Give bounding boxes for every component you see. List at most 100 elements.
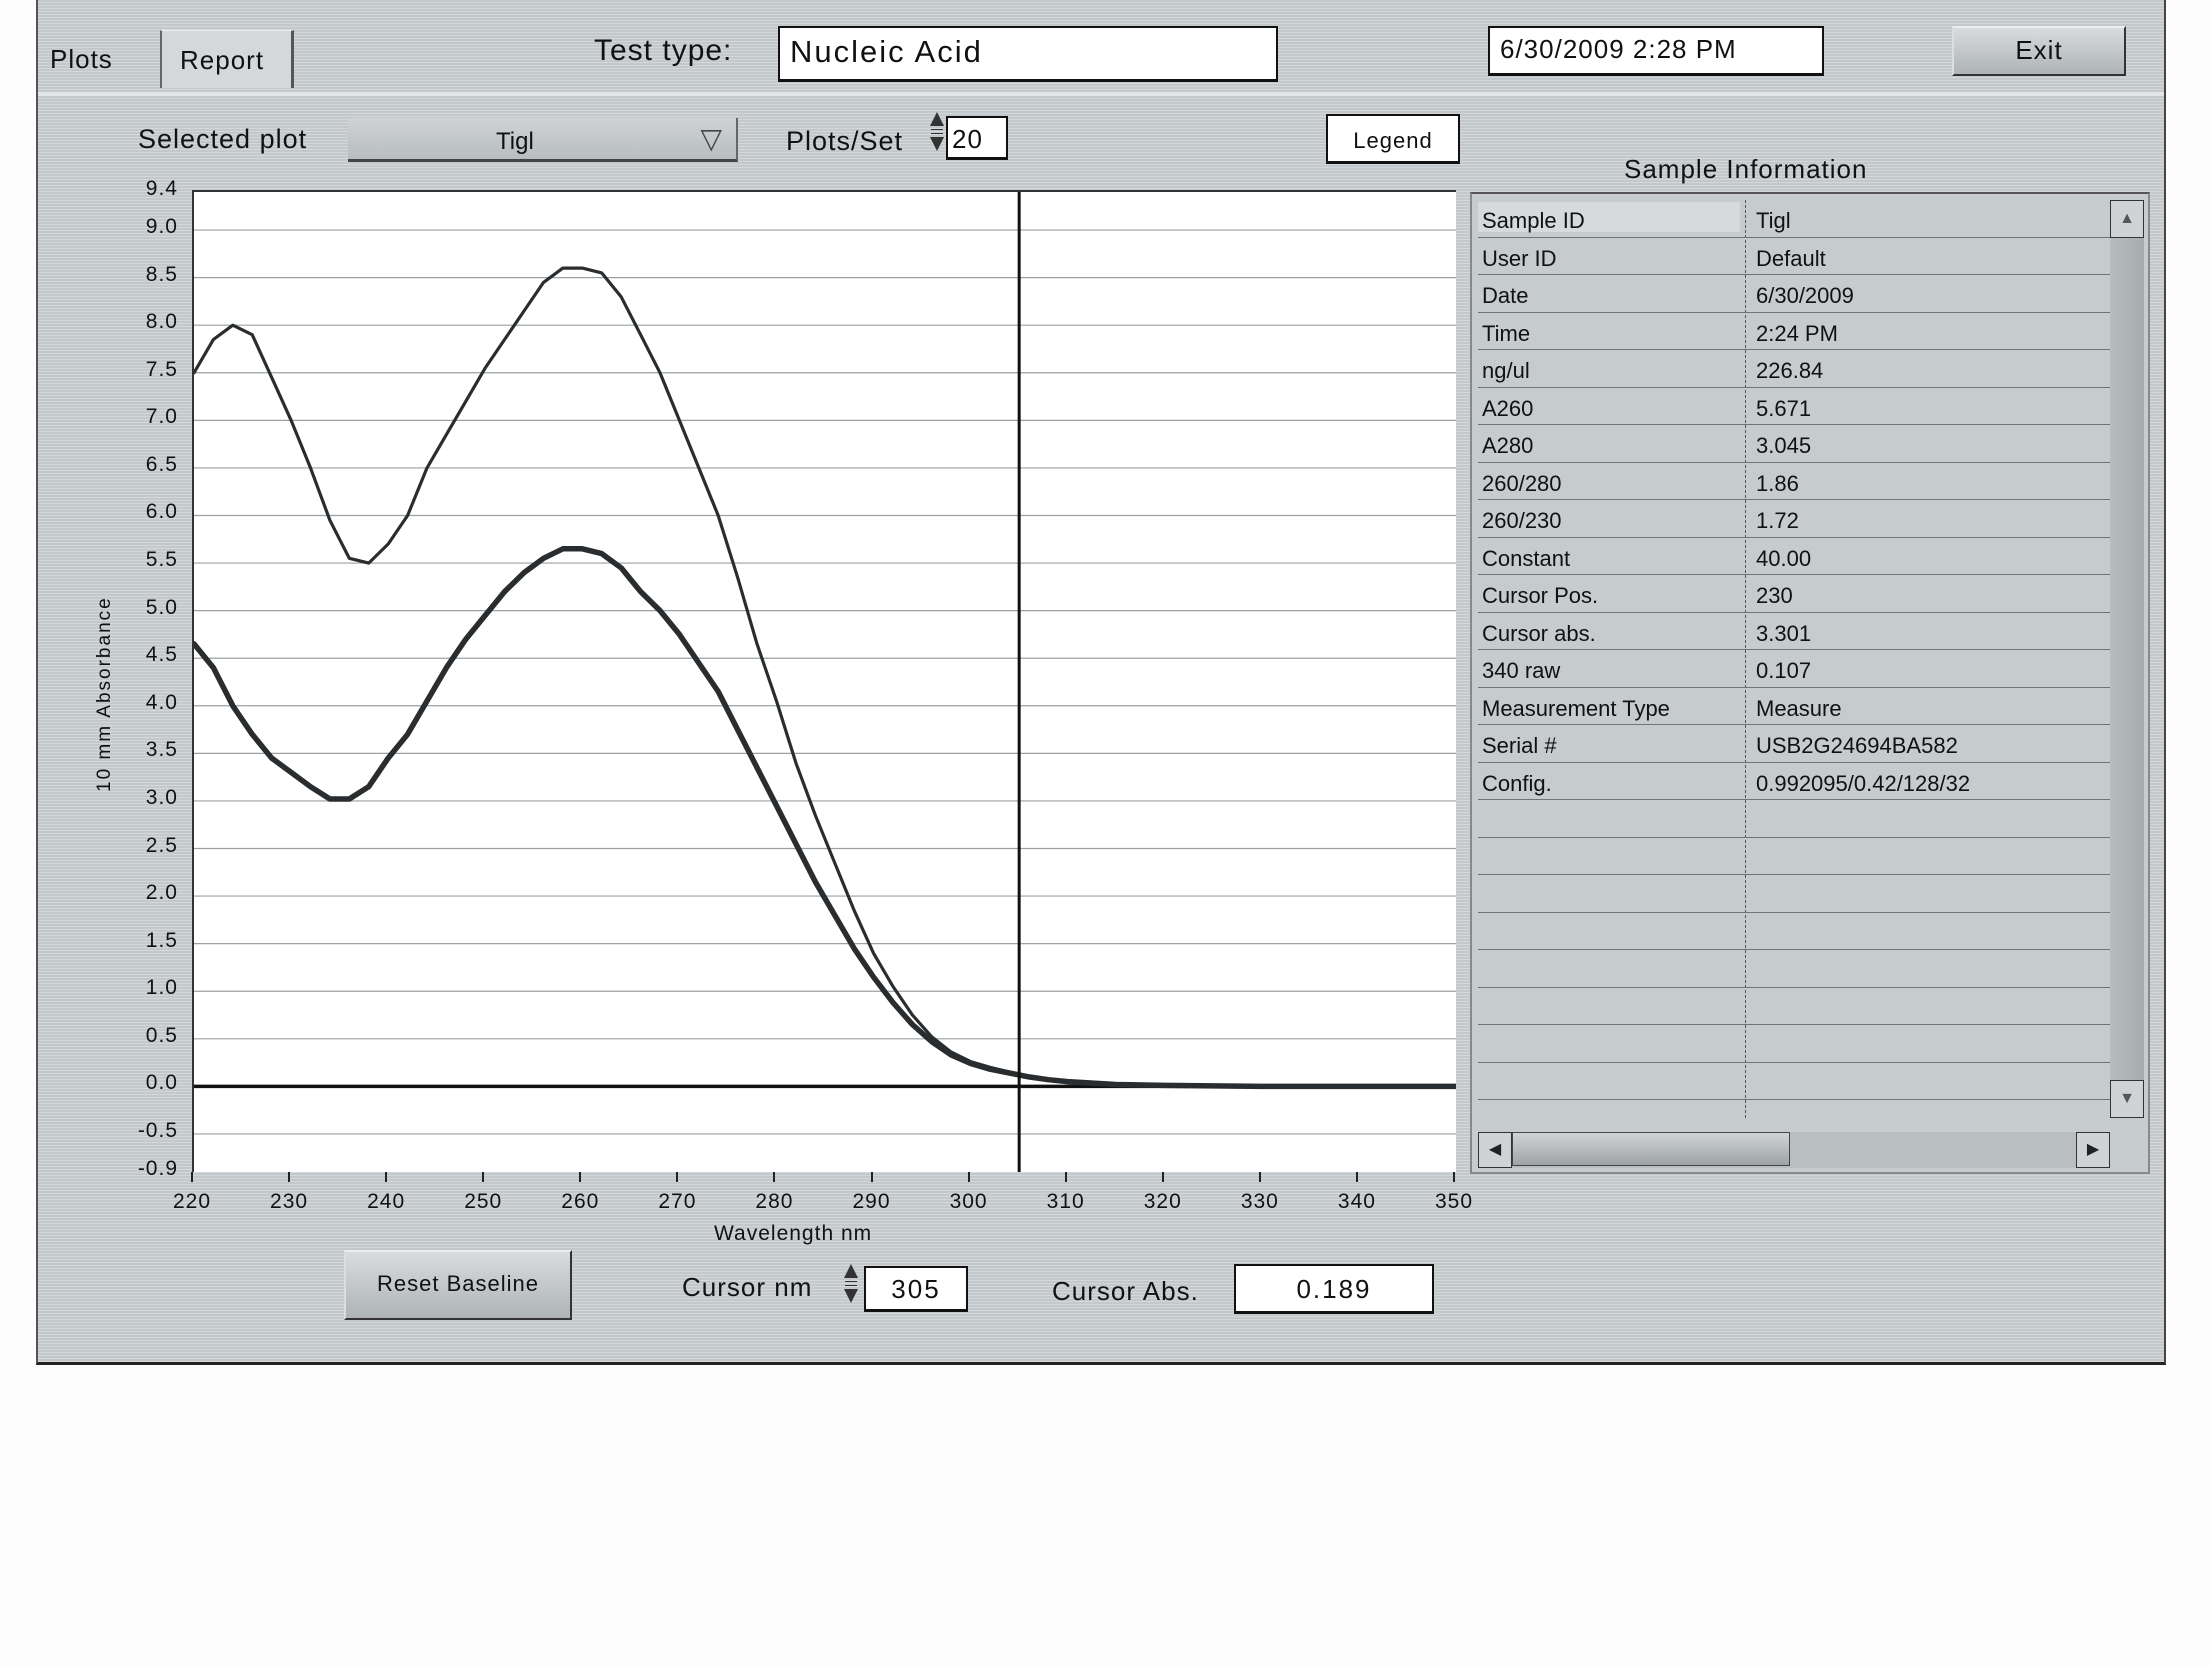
x-tick-label: 230 — [270, 1190, 309, 1213]
vertical-scrollbar[interactable]: ▲ ▼ — [2110, 200, 2144, 1118]
spinner-down-icon[interactable] — [844, 1289, 858, 1303]
spinner-grip-icon — [931, 129, 943, 134]
x-tick-mark — [773, 1172, 776, 1182]
scroll-left-icon[interactable]: ◀ — [1478, 1132, 1512, 1168]
x-tick-label: 260 — [561, 1190, 600, 1213]
horizontal-scrollbar[interactable]: ◀ ▶ — [1478, 1132, 2110, 1168]
sample-info-value: 0.992095/0.42/128/32 — [1756, 770, 1971, 796]
test-type-field[interactable]: Nucleic Acid — [778, 26, 1278, 82]
x-tick-mark — [1064, 1172, 1067, 1182]
sample-info-row[interactable] — [1478, 800, 2110, 838]
y-tick-label: 9.4 — [145, 177, 178, 200]
tab-report[interactable]: Report — [160, 30, 294, 88]
sample-info-row[interactable]: Time 2:24 PM — [1478, 313, 2110, 350]
selected-plot-dropdown[interactable]: Tigl ▽ — [348, 118, 738, 162]
cursor-nm-input[interactable]: 305 — [864, 1266, 968, 1312]
sample-info-row[interactable]: A280 3.045 — [1478, 425, 2110, 463]
x-tick-label: 350 — [1434, 1190, 1474, 1213]
datetime-field: 6/30/2009 2:28 PM — [1488, 26, 1824, 76]
spectrum-chart-svg — [194, 192, 1456, 1172]
sample-info-value: 230 — [1756, 583, 1793, 608]
spinner-up-icon[interactable] — [844, 1264, 858, 1278]
sample-info-row[interactable]: Constant 40.00 — [1478, 538, 2110, 575]
sample-info-key: ng/ul — [1482, 358, 1530, 383]
sample-info-row[interactable] — [1478, 838, 2110, 875]
sample-info-row[interactable]: Serial # USB2G24694BA582 — [1478, 725, 2110, 763]
horizontal-scroll-thumb[interactable] — [1512, 1132, 1790, 1166]
x-tick-label: 250 — [464, 1190, 503, 1213]
series-line-lower — [194, 546, 1456, 1090]
scroll-up-icon[interactable]: ▲ — [2110, 200, 2144, 238]
y-tick-label: 6.0 — [145, 500, 178, 524]
sample-info-row[interactable] — [1478, 1025, 2110, 1063]
plots-per-set-input[interactable]: 20 — [946, 116, 1008, 160]
sample-info-row[interactable]: ng/ul 226.84 — [1478, 350, 2110, 388]
spinner-up-icon[interactable] — [930, 112, 944, 126]
scroll-right-icon[interactable]: ▶ — [2076, 1132, 2110, 1168]
sample-info-table: Sample ID Tigl User ID Default Date 6/30/2009… — [1478, 200, 2110, 1100]
sample-info-key: Date — [1482, 283, 1529, 308]
sample-info-key: Sample ID — [1478, 202, 1740, 233]
sample-info-row[interactable] — [1478, 988, 2110, 1025]
tab-plots[interactable]: Plots — [50, 44, 113, 75]
x-tick-label: 300 — [949, 1190, 988, 1213]
sample-info-row[interactable]: 260/230 1.72 — [1478, 500, 2110, 538]
tab-strip-line — [38, 92, 2164, 96]
cursor-nm-spinner[interactable] — [844, 1264, 858, 1320]
sample-info-row[interactable] — [1478, 950, 2110, 988]
sample-info-row[interactable]: Date 6/30/2009 — [1478, 275, 2110, 313]
app-window: Plots Report Test type: Nucleic Acid 6/3… — [36, 0, 2166, 1365]
sample-info-key: Measurement Type — [1482, 695, 1670, 721]
sample-info-row[interactable] — [1478, 1063, 2110, 1100]
y-tick-label: 0.0 — [145, 1071, 178, 1095]
plots-per-set-spinner[interactable] — [930, 112, 944, 168]
sample-info-row[interactable] — [1478, 875, 2110, 913]
sample-info-title: Sample Information — [1624, 154, 1868, 184]
x-tick-mark — [288, 1172, 291, 1182]
reset-baseline-button[interactable]: Reset Baseline — [344, 1250, 572, 1320]
sample-info-row[interactable]: A260 5.671 — [1478, 388, 2110, 425]
sample-info-value: 0.107 — [1756, 658, 1812, 683]
sample-info-row[interactable] — [1478, 913, 2110, 950]
x-tick-mark — [1355, 1172, 1358, 1182]
spinner-down-icon[interactable] — [930, 137, 944, 151]
cursor-abs-field: 0.189 — [1234, 1264, 1434, 1314]
y-tick-label: 3.0 — [145, 785, 178, 809]
x-tick-mark — [482, 1172, 485, 1182]
sample-info-row[interactable]: 340 raw 0.107 — [1478, 650, 2110, 688]
sample-info-row[interactable]: 260/280 1.86 — [1478, 463, 2110, 500]
sample-info-row[interactable]: Sample ID Tigl — [1478, 200, 2110, 238]
sample-info-key: User ID — [1482, 245, 1557, 271]
legend-button[interactable]: Legend — [1326, 114, 1460, 164]
x-tick-label: 280 — [755, 1190, 794, 1213]
y-tick-label: 5.0 — [145, 595, 178, 619]
x-tick-label: 320 — [1143, 1190, 1182, 1213]
y-tick-label: 0.5 — [145, 1023, 178, 1047]
spectrum-plot[interactable] — [192, 190, 1456, 1172]
y-tick-label: 4.5 — [145, 643, 178, 667]
sample-info-row[interactable]: Cursor Pos. 230 — [1478, 575, 2110, 613]
sample-info-value: 40.00 — [1756, 545, 1812, 571]
sample-info-key: 340 raw — [1482, 658, 1561, 683]
x-tick-label: 290 — [852, 1190, 891, 1213]
sample-info-row[interactable]: Cursor abs. 3.301 — [1478, 613, 2110, 650]
x-tick-mark — [870, 1172, 873, 1182]
sample-info-value: Default — [1756, 245, 1826, 271]
sample-info-key: 260/280 — [1482, 470, 1562, 496]
sample-info-value: 3.045 — [1756, 433, 1812, 458]
sample-info-row[interactable]: Config. 0.992095/0.42/128/32 — [1478, 763, 2110, 800]
sample-info-panel: Sample ID Tigl User ID Default Date 6/30/2009… — [1470, 192, 2150, 1174]
sample-info-key: Cursor Pos. — [1482, 583, 1599, 608]
x-tick-mark — [1161, 1172, 1164, 1182]
sample-info-row[interactable]: Measurement Type Measure — [1478, 688, 2110, 725]
y-tick-label: 2.5 — [145, 833, 178, 857]
exit-button[interactable]: Exit — [1952, 26, 2126, 76]
x-tick-mark — [579, 1172, 582, 1182]
series-line-upper — [194, 266, 1456, 1088]
scroll-down-icon[interactable]: ▼ — [2110, 1080, 2144, 1118]
x-tick-mark — [1258, 1172, 1261, 1182]
sample-info-value: 5.671 — [1756, 395, 1812, 421]
sample-info-key: Serial # — [1482, 733, 1557, 758]
cursor-abs-label: Cursor Abs. — [1052, 1276, 1199, 1306]
sample-info-row[interactable]: User ID Default — [1478, 238, 2110, 275]
